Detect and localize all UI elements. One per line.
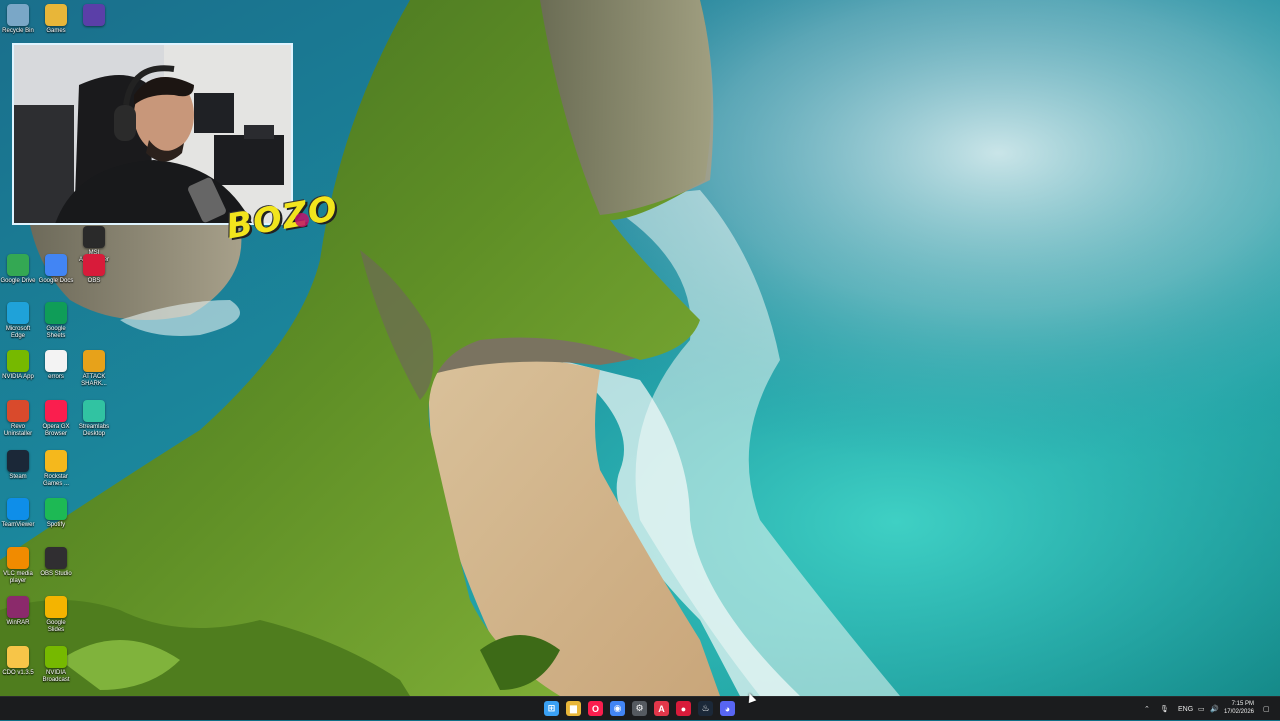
cdo-icon: [7, 646, 29, 668]
tray-overflow-chevron-icon[interactable]: ⌃: [1144, 697, 1150, 721]
desktop-icon-label: Spotify: [46, 522, 66, 528]
app-icon: [83, 4, 105, 26]
desktop-icon[interactable]: NVIDIA App: [0, 350, 36, 381]
edge-icon: [7, 302, 29, 324]
desktop-icon-label: Google Slides: [46, 620, 66, 633]
desktop-icon-label: OBS Studio: [40, 571, 72, 577]
desktop-icon[interactable]: Microsoft Edge: [0, 302, 36, 340]
speaker-icon[interactable]: 🔊: [1210, 697, 1219, 721]
language-indicator[interactable]: ENG: [1178, 697, 1193, 721]
streamlabs-icon: [83, 400, 105, 422]
desktop-icon-label: Streamlabs Desktop: [78, 424, 110, 437]
taskbar: ⊞ ▆ O ◉ ⚙ A ● ♨ ◕ ⌃ 🎙 ENG ▭ 🔊 7:15 PM 17/02/2026…: [0, 696, 1280, 720]
vlc-icon: [7, 547, 29, 569]
recycle-bin-icon: [7, 4, 29, 26]
desktop-icon[interactable]: Streamlabs Desktop: [76, 400, 112, 438]
desktop-icon-label: OBS: [87, 278, 101, 284]
desktop-icon-label: WinRAR: [6, 620, 30, 626]
desktop-icon-label: ATTACK SHARK...: [81, 374, 107, 387]
nvidia-icon: [7, 350, 29, 372]
desktop-icon[interactable]: Revo Uninstaller: [0, 400, 36, 438]
obs-icon: [83, 254, 105, 276]
desktop-icon[interactable]: [76, 4, 112, 28]
desktop-icon-label: Games: [46, 28, 66, 34]
obs-icon[interactable]: ●: [676, 701, 691, 716]
steam-icon: [7, 450, 29, 472]
file-explorer-icon[interactable]: ▆: [566, 701, 581, 716]
desktop-icon-label: Opera GX Browser: [42, 424, 70, 437]
watermark-dot: [295, 213, 309, 227]
desktop-icon-label: Google Drive: [0, 278, 36, 284]
desktop-icon[interactable]: Spotify: [38, 498, 74, 529]
webcam-feed: [14, 45, 291, 223]
chrome-icon[interactable]: ◉: [610, 701, 625, 716]
google-drive-icon: [7, 254, 29, 276]
start-button[interactable]: ⊞: [544, 701, 559, 716]
text-file-icon: [45, 350, 67, 372]
desktop-icon[interactable]: VLC media player: [0, 547, 36, 585]
google-docs-icon: [45, 254, 67, 276]
settings-icon[interactable]: ⚙: [632, 701, 647, 716]
desktop-icon[interactable]: Steam: [0, 450, 36, 481]
revo-icon: [7, 400, 29, 422]
desktop-icon[interactable]: TeamViewer: [0, 498, 36, 529]
spotify-icon: [45, 498, 67, 520]
desktop-icon[interactable]: WinRAR: [0, 596, 36, 627]
clock[interactable]: 7:15 PM 17/02/2026: [1224, 700, 1254, 716]
desktop-icon-label: NVIDIA App: [2, 374, 34, 380]
desktop-icon-label: Steam: [9, 474, 27, 480]
desktop-icon-label: Revo Uninstaller: [3, 424, 33, 437]
winrar-icon: [7, 596, 29, 618]
desktop-icon[interactable]: Google Sheets: [38, 302, 74, 340]
desktop-icon-label: Rockstar Games ...: [42, 474, 69, 487]
desktop-icon-label: Microsoft Edge: [5, 326, 31, 339]
desktop-icon[interactable]: Games: [38, 4, 74, 35]
app-a-icon[interactable]: A: [654, 701, 669, 716]
desktop-icon[interactable]: OBS: [76, 254, 112, 285]
obs-studio-icon: [45, 547, 67, 569]
desktop-icon-label: TeamViewer: [1, 522, 35, 528]
desktop-icon-label: VLC media player: [3, 571, 33, 584]
clock-date: 17/02/2026: [1223, 709, 1254, 715]
clock-time: 7:15 PM: [1231, 701, 1254, 707]
desktop-icon[interactable]: errors: [38, 350, 74, 381]
desktop-icon[interactable]: Google Drive: [0, 254, 36, 285]
desktop-icon[interactable]: ATTACK SHARK...: [76, 350, 112, 388]
desktop-icon[interactable]: Rockstar Games ...: [38, 450, 74, 488]
steam-icon[interactable]: ♨: [698, 701, 713, 716]
desktop-icon-label: Recycle Bin: [2, 28, 34, 34]
desktop-icon[interactable]: Opera GX Browser: [38, 400, 74, 438]
discord-icon[interactable]: ◕: [720, 701, 735, 716]
desktop-icon-label: NVIDIA Broadcast: [42, 670, 70, 683]
desktop-icon[interactable]: CDO v1.3.5: [0, 646, 36, 677]
google-slides-icon: [45, 596, 67, 618]
opera-gx-icon: [45, 400, 67, 422]
desktop-icon[interactable]: Recycle Bin: [0, 4, 36, 35]
desktop-icon-label: CDO v1.3.5: [2, 670, 34, 676]
desktop-icon-label: Google Docs: [38, 278, 74, 284]
opera-gx-icon[interactable]: O: [588, 701, 603, 716]
nvidia-broadcast-icon: [45, 646, 67, 668]
folder-icon: [45, 4, 67, 26]
afterburner-icon: [83, 226, 105, 248]
desktop-icon[interactable]: NVIDIA Broadcast: [38, 646, 74, 684]
rockstar-icon: [45, 450, 67, 472]
webcam-overlay: [12, 43, 293, 225]
desktop-icon-label: Google Sheets: [46, 326, 66, 339]
desktop-icon[interactable]: Google Slides: [38, 596, 74, 634]
microphone-icon[interactable]: 🎙: [1160, 697, 1169, 721]
desktop-icon[interactable]: OBS Studio: [38, 547, 74, 578]
network-icon[interactable]: ▭: [1198, 697, 1205, 721]
teamviewer-icon: [7, 498, 29, 520]
desktop-icon-label: errors: [48, 374, 64, 380]
attack-shark-icon: [83, 350, 105, 372]
desktop-icon[interactable]: Google Docs: [38, 254, 74, 285]
notifications-icon[interactable]: ▢: [1263, 697, 1270, 721]
google-sheets-icon: [45, 302, 67, 324]
